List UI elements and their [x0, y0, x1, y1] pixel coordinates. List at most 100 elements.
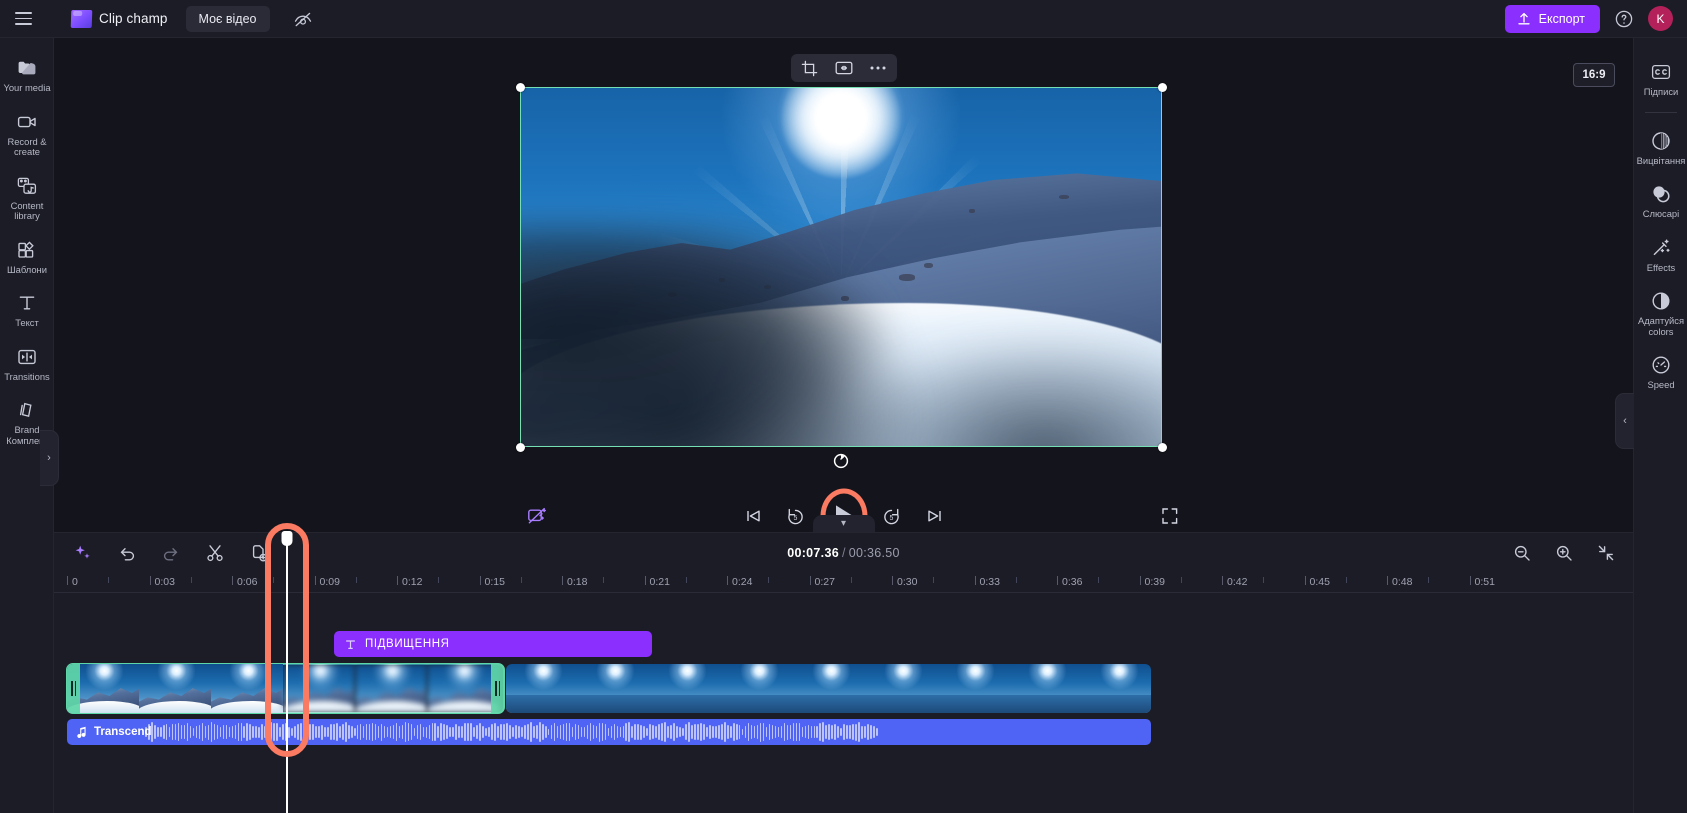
resize-handle-top-right[interactable] [1157, 82, 1167, 92]
crop-icon[interactable] [799, 57, 821, 79]
brand-kit-icon [16, 399, 38, 421]
brand-home-link[interactable]: Clip champ [70, 9, 168, 28]
ruler-label: 0:03 [154, 576, 175, 588]
chevron-down-icon[interactable]: ▾ [812, 515, 875, 532]
sidebar-item-label: Слюсарі [1642, 208, 1680, 219]
sidebar-item-label: Transitions [4, 370, 50, 382]
total-time: 00:36.50 [848, 545, 900, 560]
sidebar-item-label: Шаблони [7, 263, 47, 275]
track-video[interactable] [54, 661, 1633, 717]
video-thumbnail [427, 664, 499, 713]
more-options-icon[interactable] [867, 57, 889, 79]
video-thumbnail [283, 664, 355, 713]
clipchamp-logo-icon [70, 9, 93, 28]
fit-to-frame-icon[interactable] [833, 57, 855, 79]
sidebar-item-filters[interactable]: Слюсарі [1634, 174, 1687, 228]
export-button[interactable]: Експорт [1504, 4, 1600, 33]
sidebar-item-your-media[interactable]: Your media [0, 48, 54, 102]
content-library-icon [16, 175, 38, 197]
sidebar-item-record-create[interactable]: Record & create [0, 102, 54, 166]
divider [1644, 111, 1677, 113]
timeline-toolbar: 00:07.36/00:36.50 [54, 533, 1633, 572]
rotate-handle-icon[interactable] [831, 451, 851, 471]
auto-compose-icon[interactable] [524, 503, 550, 529]
resize-handle-top-left[interactable] [515, 82, 525, 92]
video-clip-2[interactable] [506, 664, 1151, 713]
video-thumbnail [211, 664, 283, 713]
ruler-label: 0:21 [649, 576, 670, 588]
sidebar-item-captions[interactable]: Підписи [1634, 52, 1687, 106]
video-thumbnail [722, 664, 794, 713]
timeline-ruler[interactable]: 0 0:03 0:06 0:09 0:12 0:15 0:18 0:21 0:24 0:27 0:3… [54, 572, 1633, 593]
video-thumbnail [1010, 664, 1082, 713]
sidebar-item-text[interactable]: Текст [0, 283, 54, 337]
avatar[interactable]: K [1648, 6, 1673, 31]
audio-clip[interactable]: Transcend [67, 719, 1151, 745]
fullscreen-icon[interactable] [1157, 503, 1183, 529]
text-clip[interactable]: ПІДВИЩЕННЯ [334, 631, 652, 657]
sidebar-item-templates[interactable]: Шаблони [0, 230, 54, 284]
preview-stage: 16:9 5 5 ▾ [54, 38, 1633, 544]
resize-handle-bottom-left[interactable] [515, 442, 525, 452]
video-preview[interactable] [515, 82, 1167, 469]
text-t-icon [345, 639, 356, 650]
sidebar-item-adjust-colors[interactable]: Адаптуйся colors [1634, 281, 1687, 345]
trim-handle-right[interactable] [491, 664, 504, 713]
undo-icon[interactable] [116, 542, 138, 564]
ruler-label: 0:36 [1062, 576, 1083, 588]
sidebar-item-effects[interactable]: Effects [1634, 228, 1687, 282]
rewind-5s-icon[interactable]: 5 [784, 504, 808, 528]
upload-icon [1517, 11, 1531, 26]
fade-icon [1650, 130, 1672, 152]
chevron-right-icon[interactable]: › [40, 430, 59, 486]
zoom-in-icon[interactable] [1553, 542, 1575, 564]
chevron-left-icon[interactable]: ‹ [1615, 393, 1634, 449]
redo-icon[interactable] [160, 542, 182, 564]
export-label: Експорт [1538, 11, 1585, 26]
resize-handle-bottom-right[interactable] [1157, 442, 1167, 452]
sidebar-item-label: Адаптуйся colors [1637, 315, 1685, 337]
sidebar-item-fade[interactable]: Вицвітання [1634, 121, 1687, 175]
trim-handle-left[interactable] [67, 664, 80, 713]
ruler-label: 0:27 [814, 576, 835, 588]
video-thumbnails [67, 664, 504, 713]
track-audio[interactable]: Transcend [54, 717, 1633, 751]
project-name-chip[interactable]: Моє відео [185, 5, 270, 32]
video-thumbnail [578, 664, 650, 713]
duplicate-icon[interactable] [248, 542, 270, 564]
project-name: Моє відео [198, 11, 257, 26]
aspect-ratio-badge[interactable]: 16:9 [1573, 63, 1615, 87]
right-sidebar: Підписи Вицвітання Слюсарі Effects Адапт… [1615, 38, 1687, 813]
top-bar: Clip champ Моє відео Експорт K [0, 0, 1687, 38]
track-text[interactable]: ПІДВИЩЕННЯ [54, 627, 1633, 661]
brand-name: Clip champ [99, 11, 168, 26]
forward-5s-icon[interactable]: 5 [880, 504, 904, 528]
ai-sparkle-icon[interactable] [72, 542, 94, 564]
ruler-label: 0:09 [319, 576, 340, 588]
sidebar-item-content-library[interactable]: Content library [0, 166, 54, 230]
ruler-label: 0:33 [979, 576, 1000, 588]
ruler-label: 0:48 [1392, 576, 1413, 588]
fit-timeline-icon[interactable] [1595, 542, 1617, 564]
video-thumbnail [1082, 664, 1151, 713]
skip-to-start-icon[interactable] [741, 504, 765, 528]
preview-frame [520, 87, 1162, 447]
skip-to-end-icon[interactable] [923, 504, 947, 528]
track-empty[interactable] [54, 601, 1633, 627]
help-circle-icon[interactable] [1613, 8, 1635, 30]
eye-off-icon[interactable] [290, 6, 316, 32]
sidebar-item-transitions[interactable]: Transitions [0, 337, 54, 391]
hamburger-menu-icon[interactable] [0, 0, 46, 38]
aspect-ratio-label: 16:9 [1582, 69, 1606, 81]
sidebar-item-speed[interactable]: Speed [1634, 345, 1687, 399]
video-clip[interactable] [66, 663, 505, 714]
audio-clip-label: Transcend [94, 726, 152, 738]
svg-text:5: 5 [794, 515, 798, 522]
video-thumbnails [506, 664, 1151, 713]
time-separator: / [841, 545, 846, 560]
time-display: 00:07.36/00:36.50 [787, 546, 900, 560]
zoom-out-icon[interactable] [1511, 542, 1533, 564]
split-scissors-icon[interactable] [204, 542, 226, 564]
audio-waveform [145, 719, 1151, 745]
video-thumbnail [938, 664, 1010, 713]
